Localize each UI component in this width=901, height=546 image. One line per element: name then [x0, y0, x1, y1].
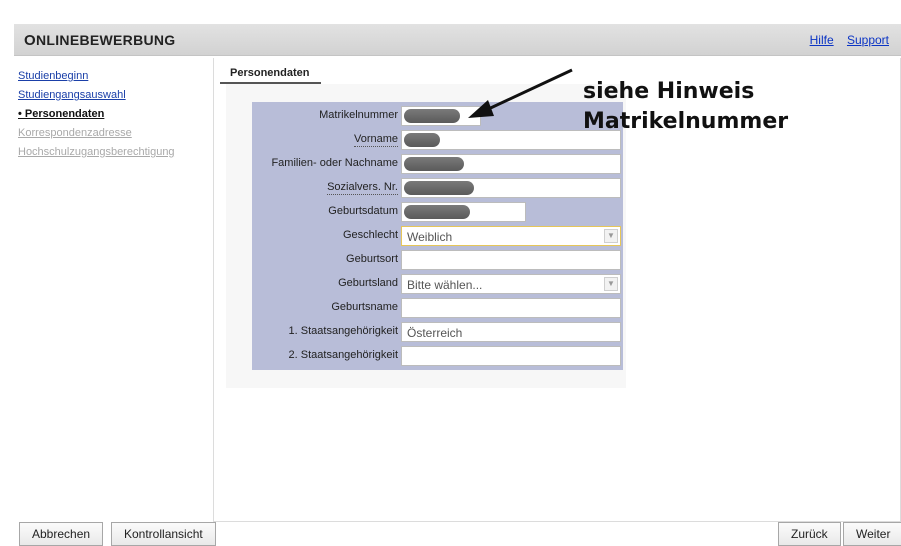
geburtsname-input[interactable] [401, 298, 621, 318]
back-button[interactable]: Zurück [778, 522, 841, 546]
redaction-mark [404, 181, 474, 195]
personal-data-form: Matrikelnummer Vorname Familien- oder Na… [252, 102, 623, 370]
label-staatsangehoerigkeit-2: 2. Staatsangehörigkeit [288, 349, 398, 361]
label-geburtsland: Geburtsland [338, 277, 398, 289]
annotation-line-2: Matrikelnummer [583, 109, 789, 134]
annotation-arrow-icon [468, 68, 573, 118]
chevron-down-icon[interactable]: ▼ [604, 229, 618, 243]
label-geburtsort: Geburtsort [346, 253, 398, 265]
app-title-text: ONLINEBEWERBUNG [24, 32, 176, 49]
row-vorname: Vorname [252, 128, 623, 152]
row-sozialversicherung: Sozialvers. Nr. [252, 176, 623, 200]
staatsangehoerigkeit-2-input[interactable] [401, 346, 621, 366]
geburtsort-input[interactable] [401, 250, 621, 270]
app-header: ONLINEBEWERBUNG Hilfe Support [14, 24, 901, 56]
redaction-mark [404, 205, 470, 219]
annotation-line-1: siehe Hinweis [583, 79, 755, 104]
sozialversicherung-input[interactable] [401, 178, 621, 198]
label-vorname: Vorname [353, 133, 398, 147]
help-link[interactable]: Hilfe [810, 33, 834, 47]
row-geburtsland: Geburtsland Bitte wählen... ▼ [252, 272, 623, 296]
label-geschlecht: Geschlecht [342, 229, 398, 241]
cancel-button[interactable]: Abbrechen [19, 522, 104, 546]
redaction-mark [404, 157, 464, 171]
chevron-down-icon[interactable]: ▼ [604, 277, 618, 291]
redaction-mark [404, 109, 460, 123]
review-button[interactable]: Kontrollansicht [111, 522, 216, 546]
sidebar-item-personendaten[interactable]: • Personendaten [18, 105, 208, 124]
support-link[interactable]: Support [847, 33, 889, 47]
staatsangehoerigkeit-1-input[interactable]: Österreich [401, 322, 621, 342]
sidebar-item-hochschulzugangsberechtigung: Hochschulzugangsberechtigung [18, 146, 175, 158]
next-button[interactable]: Weiter [843, 522, 901, 546]
row-staatsangehoerigkeit-2: 2. Staatsangehörigkeit [252, 344, 623, 368]
redaction-mark [404, 133, 440, 147]
geburtsland-select[interactable]: Bitte wählen... ▼ [401, 274, 621, 294]
label-nachname: Familien- oder Nachname [271, 157, 398, 169]
sidebar-item-studienbeginn[interactable]: Studienbeginn [18, 67, 208, 86]
label-geburtsname: Geburtsname [331, 301, 398, 313]
sidebar-nav: Studienbeginn Studiengangsauswahl • Pers… [18, 67, 208, 162]
geburtsdatum-input[interactable] [401, 202, 526, 222]
row-geschlecht: Geschlecht Weiblich ▼ [252, 224, 623, 248]
row-nachname: Familien- oder Nachname [252, 152, 623, 176]
label-geburtsdatum: Geburtsdatum [328, 205, 398, 217]
label-matrikelnummer: Matrikelnummer [319, 109, 398, 121]
row-geburtsdatum: Geburtsdatum [252, 200, 623, 224]
nachname-input[interactable] [401, 154, 621, 174]
row-geburtsname: Geburtsname [252, 296, 623, 320]
row-staatsangehoerigkeit-1: 1. Staatsangehörigkeit Österreich [252, 320, 623, 344]
label-sozialversicherung: Sozialvers. Nr. [327, 181, 398, 195]
geschlecht-select[interactable]: Weiblich ▼ [401, 226, 621, 246]
label-staatsangehoerigkeit-1: 1. Staatsangehörigkeit [288, 325, 398, 337]
annotation-text: siehe Hinweis Matrikelnummer [583, 77, 788, 137]
section-tab-personendaten[interactable]: Personendaten [220, 67, 322, 84]
row-geburtsort: Geburtsort [252, 248, 623, 272]
geschlecht-value: Weiblich [407, 230, 453, 244]
sidebar-item-studiengangsauswahl[interactable]: Studiengangsauswahl [18, 86, 208, 105]
sidebar-item-korrespondenzadresse: Korrespondenzadresse [18, 127, 132, 139]
geburtsland-value: Bitte wählen... [407, 278, 483, 292]
app-title: ONLINEBEWERBUNG [24, 32, 176, 49]
header-links: Hilfe Support [800, 33, 889, 47]
